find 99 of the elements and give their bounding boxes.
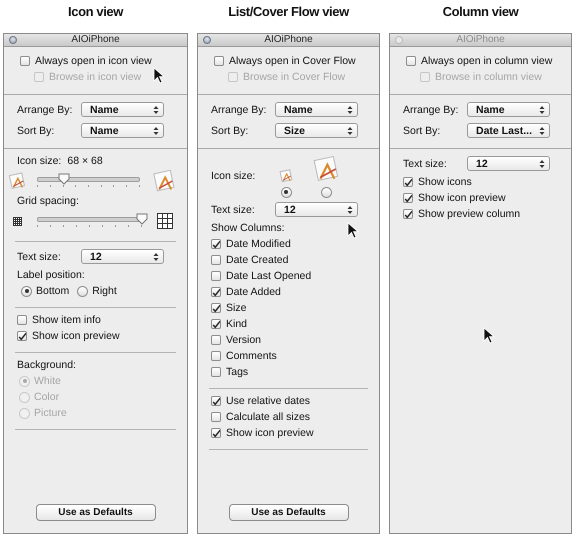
- checkbox[interactable]: [211, 287, 221, 297]
- field-label: Sort By:: [17, 124, 56, 136]
- radio-button[interactable]: [77, 286, 88, 296]
- checkbox-label[interactable]: Show icon preview: [32, 330, 120, 342]
- popup-button[interactable]: Date Last...: [467, 123, 550, 138]
- view-caption: List/Cover Flow view: [228, 4, 349, 19]
- section-heading: Show Columns:: [211, 222, 285, 234]
- popup-button[interactable]: Name: [81, 123, 164, 138]
- checkbox[interactable]: [211, 412, 221, 422]
- popup-button[interactable]: Size: [275, 123, 358, 138]
- checkbox-label[interactable]: Calculate all sizes: [226, 411, 310, 423]
- checkbox[interactable]: [20, 56, 30, 66]
- slider-thumb[interactable]: [136, 213, 148, 225]
- radio-label[interactable]: Bottom: [36, 285, 70, 297]
- field-label: Arrange By:: [403, 104, 460, 116]
- view-caption: Icon view: [68, 4, 123, 19]
- checkbox-label[interactable]: Show icon preview: [226, 427, 314, 439]
- field-label: Icon size:: [211, 170, 256, 182]
- popup-button[interactable]: Name: [467, 102, 550, 117]
- image-file-icon: [8, 172, 26, 190]
- section-heading: Grid spacing:: [17, 195, 79, 207]
- checkbox-label[interactable]: Size: [226, 302, 246, 314]
- section-heading: Label position:: [17, 269, 85, 281]
- updown-arrows-icon: [153, 252, 159, 262]
- updown-arrows-icon: [153, 126, 159, 136]
- cursor-icon: [347, 222, 359, 239]
- popup-button[interactable]: 12: [81, 249, 164, 264]
- updown-arrows-icon: [347, 104, 353, 114]
- updown-arrows-icon: [539, 158, 545, 168]
- use-as-defaults-button[interactable]: Use as Defaults: [228, 504, 348, 521]
- popup-button[interactable]: Name: [275, 102, 358, 117]
- field-label: Sort By:: [211, 124, 250, 136]
- radio-button[interactable]: [280, 186, 292, 198]
- checkbox[interactable]: [211, 367, 221, 377]
- field-label: Text size:: [211, 204, 256, 216]
- checkbox[interactable]: [17, 315, 27, 325]
- checkbox[interactable]: [406, 56, 416, 66]
- updown-arrows-icon: [347, 126, 353, 136]
- field-label: Text size:: [403, 158, 448, 170]
- popup-button[interactable]: 12: [275, 202, 358, 217]
- checkbox-label[interactable]: Show icons: [418, 176, 472, 188]
- checkbox-label[interactable]: Use relative dates: [226, 395, 310, 407]
- window-title: AIOiPhone: [264, 34, 313, 45]
- checkbox-label[interactable]: Always open in column view: [421, 55, 552, 67]
- grid-icon: [12, 216, 22, 226]
- checkbox[interactable]: [403, 193, 413, 203]
- checkbox-label[interactable]: Show item info: [32, 314, 101, 326]
- field-label: Text size:: [17, 250, 62, 262]
- checkbox[interactable]: [211, 303, 221, 313]
- checkbox-label[interactable]: Date Created: [226, 254, 288, 266]
- section-heading: Background:: [17, 359, 76, 371]
- checkbox-label[interactable]: Date Modified: [226, 238, 291, 250]
- radio-button[interactable]: [21, 286, 32, 296]
- cursor-icon: [153, 67, 165, 84]
- checkbox[interactable]: [211, 255, 221, 265]
- radio-label[interactable]: Right: [92, 285, 117, 297]
- checkbox-label[interactable]: Comments: [226, 350, 277, 362]
- window-title: AIOiPhone: [71, 34, 120, 45]
- checkbox[interactable]: [211, 239, 221, 249]
- checkbox[interactable]: [211, 428, 221, 438]
- checkbox[interactable]: [17, 331, 27, 341]
- cursor-icon: [483, 327, 495, 344]
- checkbox-label[interactable]: Kind: [226, 318, 248, 330]
- checkbox[interactable]: [211, 319, 221, 329]
- field-label: Icon size:: [17, 155, 62, 167]
- checkbox[interactable]: [211, 396, 221, 406]
- checkbox[interactable]: [211, 271, 221, 281]
- use-as-defaults-button[interactable]: Use as Defaults: [36, 504, 156, 521]
- image-file-icon: [279, 168, 293, 182]
- checkbox-label[interactable]: Always open in icon view: [35, 55, 152, 67]
- checkbox[interactable]: [211, 335, 221, 345]
- close-button[interactable]: [9, 36, 17, 44]
- updown-arrows-icon: [539, 104, 545, 114]
- field-label: Sort By:: [403, 124, 442, 136]
- field-label: Arrange By:: [17, 104, 74, 116]
- checkbox-label[interactable]: Date Added: [226, 286, 281, 298]
- checkbox-label[interactable]: Always open in Cover Flow: [229, 55, 356, 67]
- field-label: Arrange By:: [211, 104, 268, 116]
- grid-icon: [156, 213, 173, 229]
- checkbox[interactable]: [214, 56, 224, 66]
- checkbox-label[interactable]: Tags: [226, 366, 248, 378]
- checkbox[interactable]: [211, 351, 221, 361]
- checkbox-label[interactable]: Version: [226, 334, 262, 346]
- view-caption: Column view: [442, 4, 518, 19]
- updown-arrows-icon: [347, 204, 353, 214]
- slider-thumb[interactable]: [58, 173, 70, 185]
- checkbox-label[interactable]: Show preview column: [418, 208, 520, 220]
- size-value: 68 × 68: [67, 155, 103, 167]
- popup-button[interactable]: 12: [467, 156, 550, 171]
- updown-arrows-icon: [153, 104, 159, 114]
- window-title: AIOiPhone: [456, 34, 505, 45]
- checkbox[interactable]: [403, 209, 413, 219]
- checkbox-label[interactable]: Date Last Opened: [226, 270, 312, 282]
- popup-button[interactable]: Name: [81, 102, 164, 117]
- radio-button[interactable]: [320, 186, 332, 198]
- checkbox-label[interactable]: Show icon preview: [418, 192, 506, 204]
- close-button[interactable]: [203, 36, 211, 44]
- checkbox[interactable]: [403, 177, 413, 187]
- updown-arrows-icon: [539, 126, 545, 136]
